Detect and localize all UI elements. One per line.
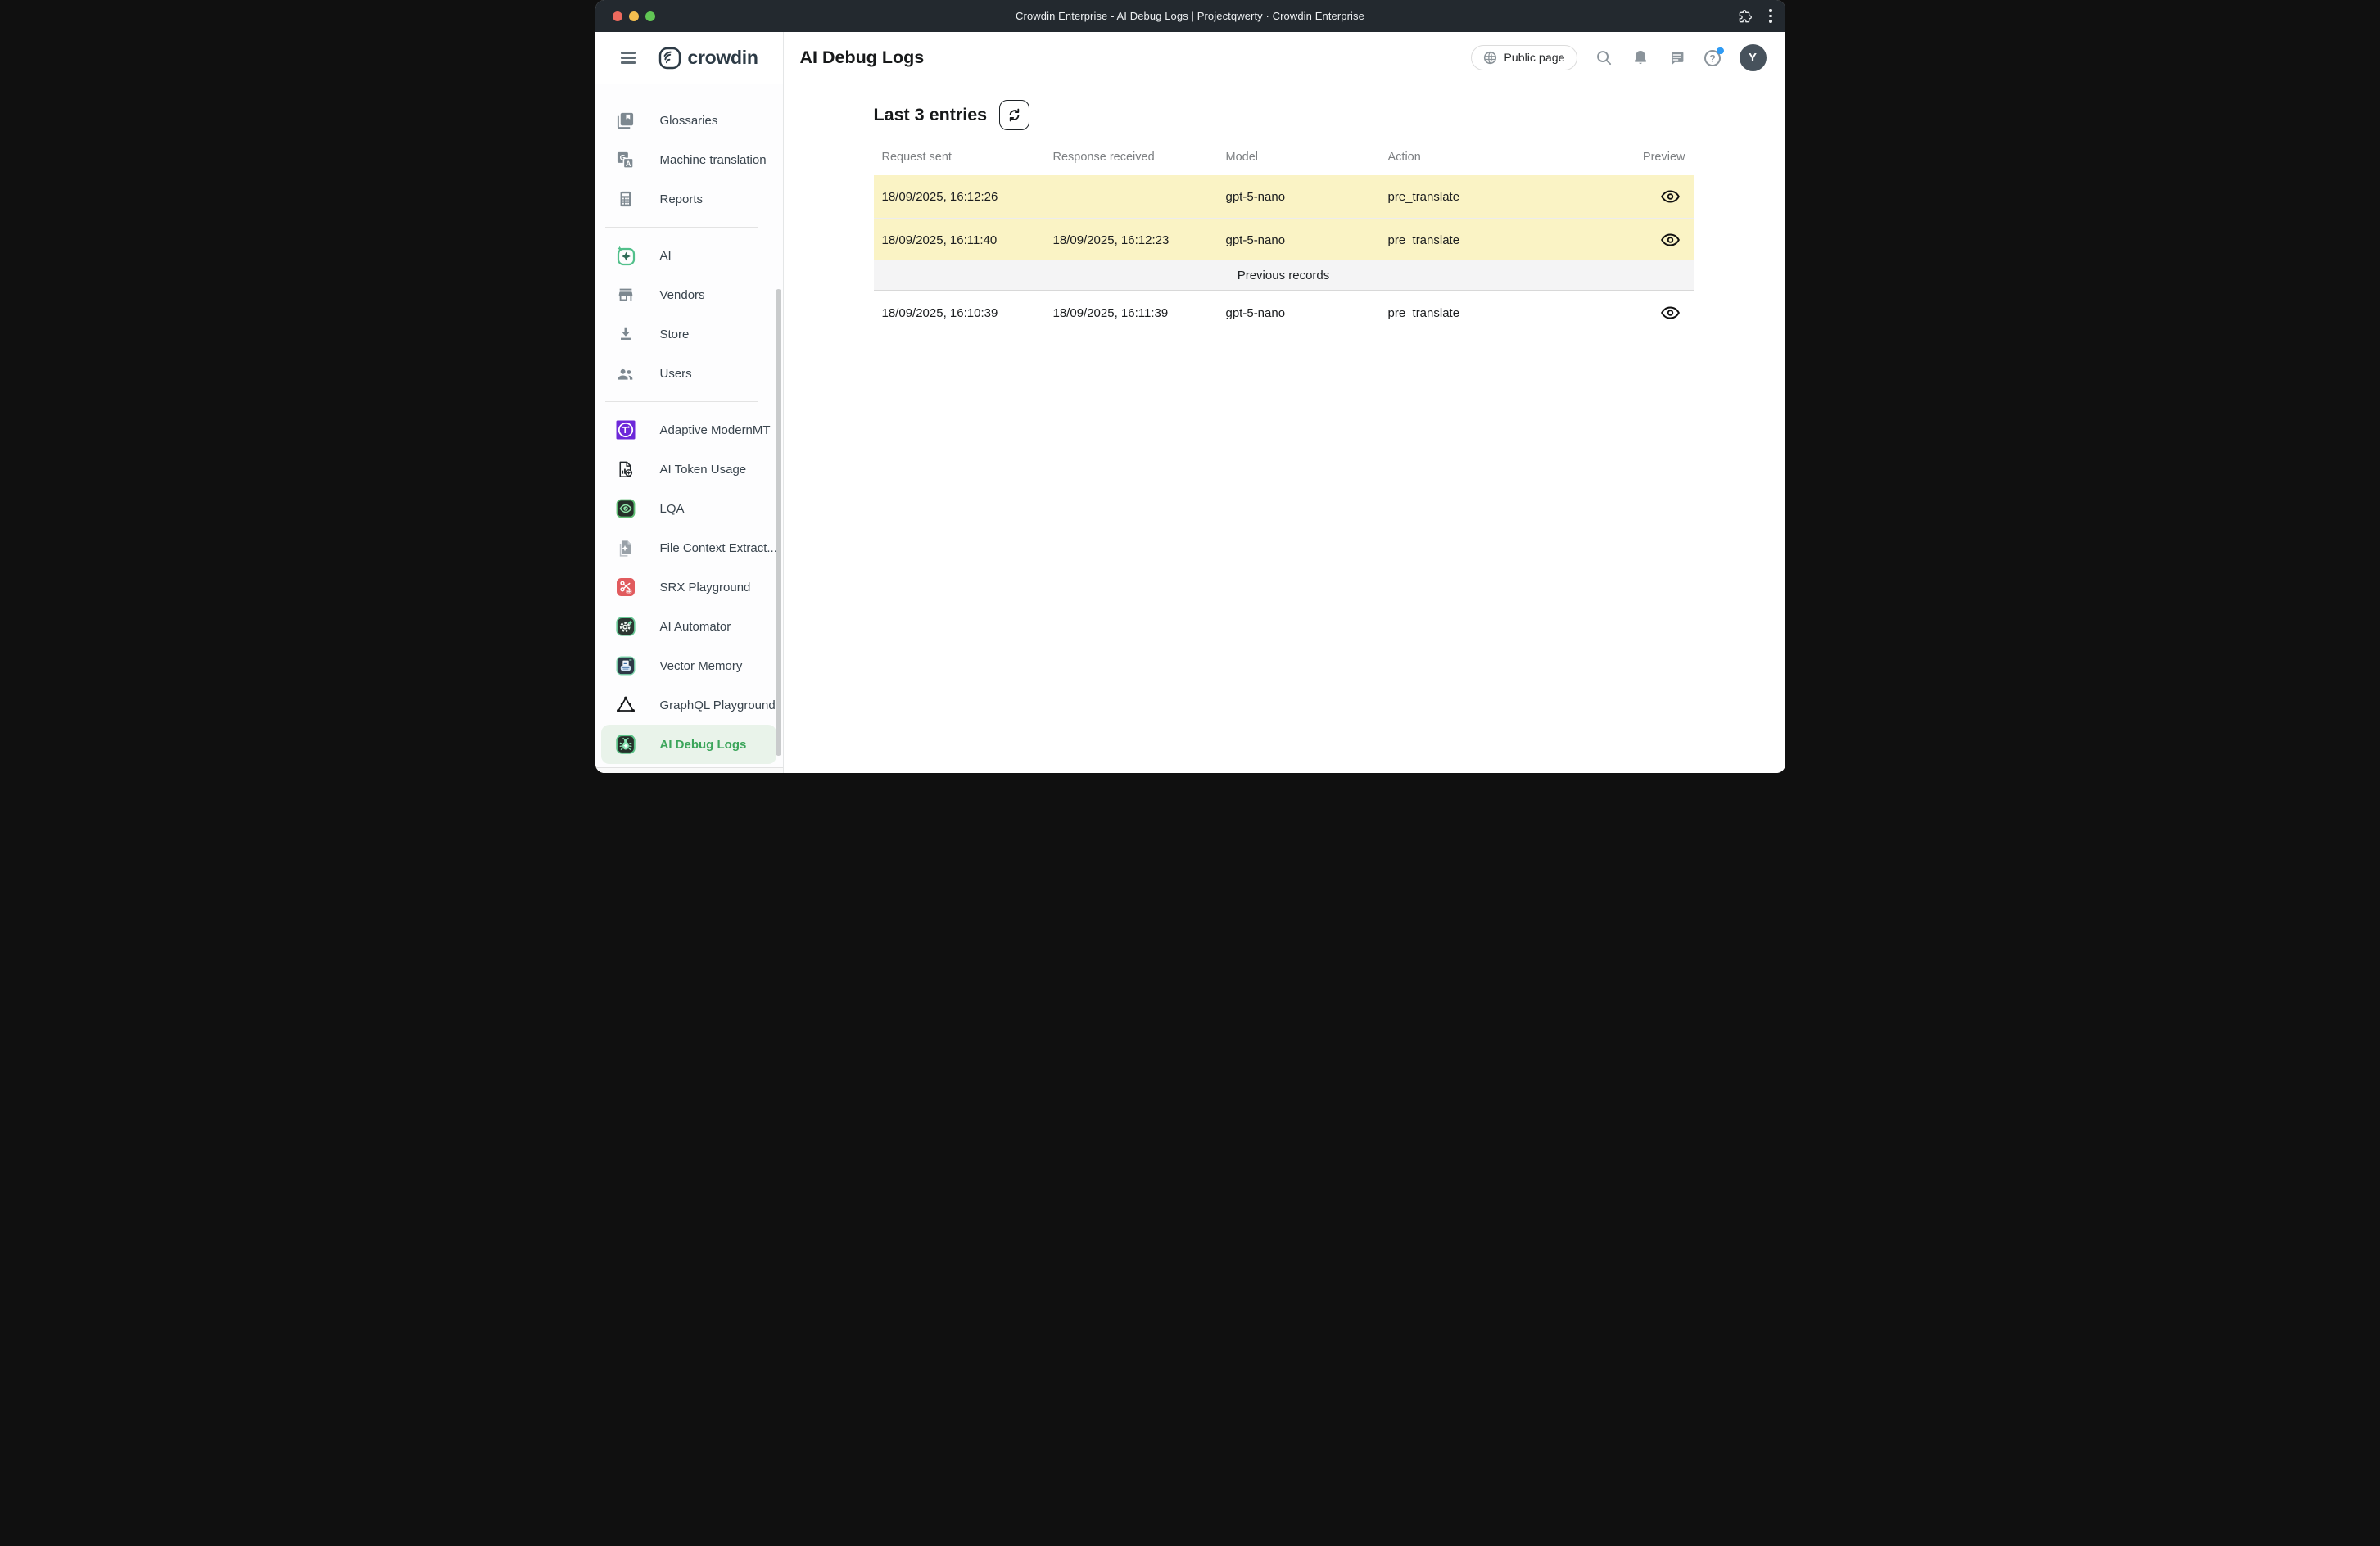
sidebar-item-store[interactable]: Store [601, 314, 776, 354]
sidebar-item-vector-memory[interactable]: Vector Memory [601, 646, 776, 685]
browser-titlebar: Crowdin Enterprise - AI Debug Logs | Pro… [595, 0, 1785, 32]
graphql-playground-icon [615, 694, 636, 716]
sidebar-item-srx-playground[interactable]: SRX Playground [601, 567, 776, 607]
section-heading: Last 3 entries [874, 105, 988, 125]
crowdin-logo-icon [658, 46, 682, 70]
sidebar-item-reports[interactable]: Reports [601, 179, 776, 219]
cell-model: gpt-5-nano [1226, 233, 1388, 247]
globe-icon [1483, 51, 1497, 65]
file-context-extractor-icon [615, 537, 636, 558]
svg-text:T: T [622, 426, 627, 436]
main-content: Last 3 entries Request sent Response rec… [784, 84, 1785, 773]
sidebar-item-ai-automator[interactable]: AI Automator [601, 607, 776, 646]
col-model: Model [1226, 151, 1388, 164]
sidebar-item-glossaries[interactable]: Glossaries [601, 101, 776, 140]
sidebar-item-lqa[interactable]: LQA [601, 489, 776, 528]
svg-text:?: ? [1709, 52, 1715, 64]
debug-logs-table: Request sent Response received Model Act… [874, 139, 1694, 335]
col-preview: Preview [1643, 151, 1685, 164]
page-title: AI Debug Logs [800, 47, 925, 68]
sidebar-divider [605, 401, 758, 402]
sidebar-item-graphql-playground[interactable]: GraphQL Playground [601, 685, 776, 725]
lqa-icon [615, 498, 636, 519]
crowdin-logo-text: crowdin [688, 47, 758, 69]
extensions-puzzle-icon[interactable] [1736, 7, 1754, 25]
messages-icon[interactable] [1667, 49, 1685, 67]
table-header-row: Request sent Response received Model Act… [874, 139, 1694, 175]
ai-token-usage-icon [615, 459, 636, 480]
close-window-button[interactable] [613, 11, 622, 21]
users-icon [615, 363, 636, 384]
sidebar-item-ai-token-usage[interactable]: AI Token Usage [601, 450, 776, 489]
help-icon[interactable]: ? [1704, 49, 1722, 67]
col-request-sent: Request sent [882, 151, 1053, 164]
cell-action: pre_translate [1388, 233, 1562, 247]
sidebar-footer [595, 767, 783, 773]
sidebar: Glossaries G A Machine translation [595, 84, 784, 773]
reports-icon [615, 188, 636, 210]
vector-memory-icon [615, 655, 636, 676]
browser-window: Crowdin Enterprise - AI Debug Logs | Pro… [595, 0, 1785, 773]
sidebar-scrollbar[interactable] [776, 289, 781, 756]
notifications-bell-icon[interactable] [1631, 49, 1649, 67]
minimize-window-button[interactable] [629, 11, 639, 21]
cell-request-sent: 18/09/2025, 16:10:39 [882, 306, 1053, 320]
eye-icon [1661, 190, 1680, 203]
cell-model: gpt-5-nano [1226, 190, 1388, 204]
public-page-label: Public page [1504, 52, 1564, 65]
cell-request-sent: 18/09/2025, 16:12:26 [882, 190, 1053, 204]
adaptive-modernmt-icon: T [615, 419, 636, 441]
public-page-button[interactable]: Public page [1471, 45, 1577, 70]
cell-response-received: 18/09/2025, 16:12:23 [1053, 233, 1226, 247]
zoom-window-button[interactable] [645, 11, 655, 21]
search-icon[interactable] [1595, 49, 1613, 67]
cell-action: pre_translate [1388, 306, 1562, 320]
refresh-button[interactable] [999, 100, 1029, 130]
avatar[interactable]: Y [1740, 44, 1767, 71]
eye-icon [1661, 306, 1680, 319]
col-action: Action [1388, 151, 1562, 164]
preview-button[interactable] [1659, 187, 1682, 206]
preview-button[interactable] [1659, 303, 1682, 323]
notification-dot [1717, 47, 1724, 55]
vendors-icon [615, 284, 636, 305]
table-row: 18/09/2025, 16:11:40 18/09/2025, 16:12:2… [874, 218, 1694, 260]
store-icon [615, 323, 636, 345]
browser-tab-title: Crowdin Enterprise - AI Debug Logs | Pro… [1016, 10, 1364, 22]
srx-playground-icon [615, 576, 636, 598]
cell-action: pre_translate [1388, 190, 1562, 204]
hamburger-menu-icon[interactable] [618, 49, 638, 66]
cell-response-received: 18/09/2025, 16:11:39 [1053, 306, 1226, 320]
table-row: 18/09/2025, 16:12:26 gpt-5-nano pre_tran… [874, 175, 1694, 218]
sidebar-header: crowdin [595, 32, 784, 84]
browser-menu-icon[interactable] [1767, 7, 1773, 24]
sidebar-item-adaptive-modernmt[interactable]: T Adaptive ModernMT [601, 410, 776, 450]
sidebar-divider [605, 227, 758, 228]
sidebar-item-ai[interactable]: AI [601, 236, 776, 275]
table-row: 18/09/2025, 16:10:39 18/09/2025, 16:11:3… [874, 291, 1694, 335]
previous-records-label: Previous records [1238, 269, 1330, 283]
refresh-icon [1007, 107, 1022, 123]
cell-request-sent: 18/09/2025, 16:11:40 [882, 233, 1053, 247]
sidebar-item-ai-debug-logs[interactable]: AI Debug Logs [601, 725, 776, 764]
ai-automator-icon [615, 616, 636, 637]
window-controls [613, 0, 655, 32]
col-response-received: Response received [1053, 151, 1226, 164]
sidebar-item-vendors[interactable]: Vendors [601, 275, 776, 314]
cell-model: gpt-5-nano [1226, 306, 1388, 320]
crowdin-logo[interactable]: crowdin [658, 46, 758, 70]
glossaries-icon [615, 110, 636, 131]
machine-translation-icon: G A [615, 149, 636, 170]
svg-text:A: A [626, 159, 631, 167]
sidebar-item-file-context-extractor[interactable]: File Context Extract... [601, 528, 776, 567]
eye-icon [1661, 233, 1680, 246]
preview-button[interactable] [1659, 230, 1682, 250]
previous-records-row[interactable]: Previous records [874, 260, 1694, 291]
ai-icon [615, 245, 636, 266]
sidebar-item-users[interactable]: Users [601, 354, 776, 393]
ai-debug-logs-icon [615, 734, 636, 755]
page-header: AI Debug Logs Public page [784, 32, 1785, 84]
sidebar-item-machine-translation[interactable]: G A Machine translation [601, 140, 776, 179]
